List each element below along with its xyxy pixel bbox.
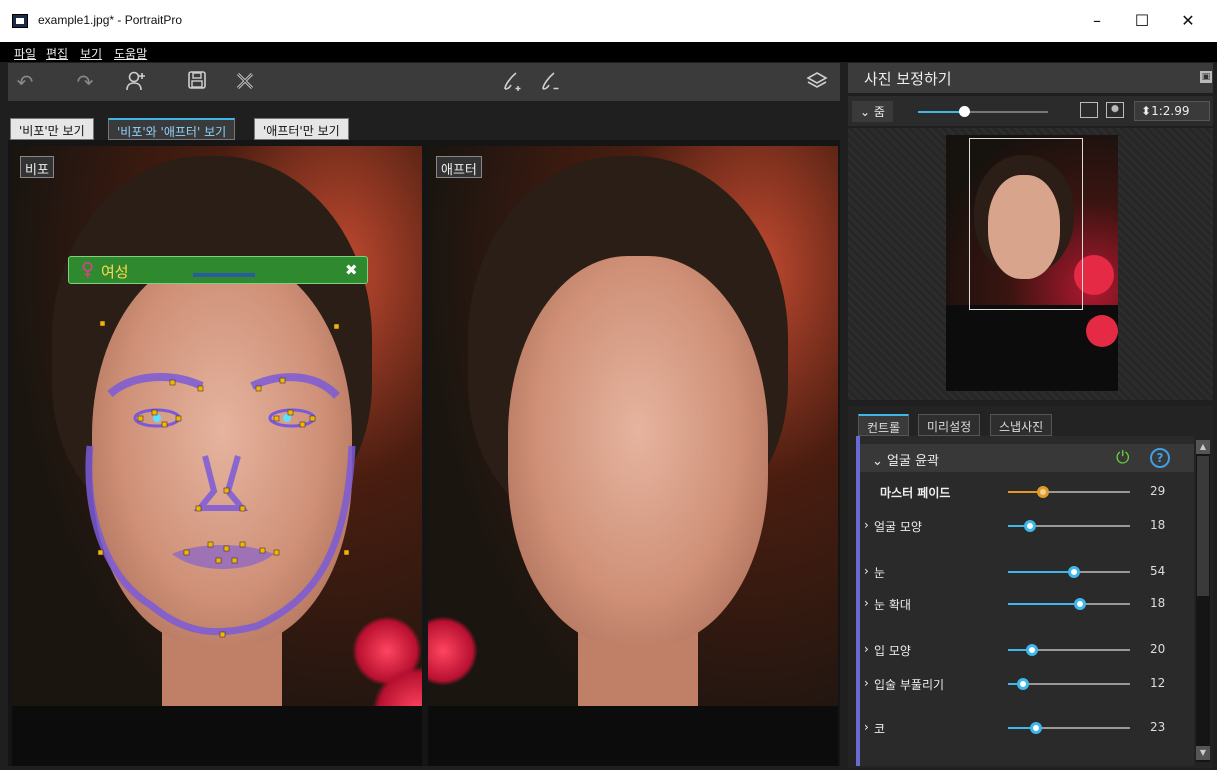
slider-label: 코	[874, 722, 886, 736]
slider-label: 입술 부풀리기	[874, 678, 945, 692]
navigator	[848, 128, 1213, 400]
close-button[interactable]: ✕	[1168, 6, 1208, 36]
section-title: ⌄ 얼굴 윤곽	[872, 450, 939, 469]
gender-slider[interactable]	[193, 273, 255, 277]
chevron-right-icon[interactable]: ›	[864, 518, 869, 532]
minimize-button[interactable]: –	[1077, 6, 1117, 36]
menu-file[interactable]: 파일	[14, 45, 36, 62]
float-panel-icon[interactable]: ▣	[1200, 71, 1212, 83]
feature-overlay[interactable]	[12, 146, 422, 766]
undo-icon[interactable]: ↶	[12, 70, 38, 94]
slider-fill	[1008, 571, 1074, 573]
navigator-thumbnail[interactable]	[946, 135, 1118, 391]
power-icon[interactable]: ⏻	[1116, 448, 1129, 468]
scrollbar[interactable]: ▲ ▼	[1196, 440, 1210, 762]
add-person-icon[interactable]	[124, 70, 150, 94]
slider-value: 20	[1150, 642, 1166, 656]
view-rectangle[interactable]	[969, 138, 1083, 310]
slider-row[interactable]: 입 모양 › 20	[864, 638, 1194, 662]
menu-bar: 파일 편집 보기 도움말	[0, 42, 1217, 62]
chevron-right-icon[interactable]: ›	[864, 596, 869, 610]
scroll-thumb[interactable]	[1197, 456, 1209, 596]
scroll-up-icon[interactable]: ▲	[1196, 440, 1210, 454]
tab-controls[interactable]: 컨트롤	[858, 414, 910, 436]
slider-label: 눈	[874, 566, 886, 580]
chevron-down-icon: ⌄	[860, 105, 874, 119]
section-title-text: 얼굴 윤곽	[887, 454, 940, 469]
female-icon: ♀	[81, 259, 95, 280]
slider-value: 54	[1150, 564, 1166, 578]
title-bar: example1.jpg* - PortraitPro – ☐ ✕	[0, 0, 1217, 42]
slider-row[interactable]: 눈 확대 › 18	[864, 592, 1194, 616]
tab-before-only[interactable]: '비포'만 보기	[10, 118, 94, 140]
slider-value: 29	[1150, 484, 1166, 498]
brush-remove-icon[interactable]	[538, 70, 564, 94]
maximize-button[interactable]: ☐	[1122, 6, 1162, 36]
zoom-bar: ⌄ 줌 ⬍1:2.99	[848, 96, 1213, 126]
window-title: example1.jpg* - PortraitPro	[38, 13, 183, 27]
zoom-label: 줌	[873, 105, 885, 119]
brush-add-icon[interactable]	[500, 70, 526, 94]
slider-handle[interactable]	[1017, 678, 1029, 690]
zoom-value-field[interactable]: ⬍1:2.99	[1134, 101, 1210, 121]
scroll-down-icon[interactable]: ▼	[1196, 746, 1210, 760]
chevron-right-icon[interactable]: ›	[864, 720, 869, 734]
close-image-icon[interactable]	[232, 70, 258, 94]
spin-icon: ⬍	[1141, 104, 1152, 118]
zoom-value: 1:2.99	[1151, 104, 1190, 118]
menu-view[interactable]: 보기	[80, 45, 102, 62]
gender-label: 여성	[101, 263, 129, 281]
zoom-fill	[918, 111, 964, 113]
after-label: 애프터	[436, 156, 482, 178]
slider-handle[interactable]	[1026, 644, 1038, 656]
zoom-toggle[interactable]: ⌄ 줌	[852, 101, 893, 122]
slider-value: 12	[1150, 676, 1166, 690]
tab-before-after[interactable]: '비포'와 '애프터' 보기	[108, 118, 236, 140]
slider-value: 23	[1150, 720, 1166, 734]
after-photo[interactable]	[428, 146, 838, 766]
before-label: 비포	[20, 156, 54, 178]
slider-label: 마스터 페이드	[880, 486, 951, 500]
zoom-handle[interactable]	[959, 106, 970, 117]
help-icon[interactable]: ?	[1150, 448, 1170, 468]
slider-handle[interactable]	[1068, 566, 1080, 578]
slider-row[interactable]: 눈 › 54	[864, 560, 1194, 584]
gender-selector[interactable]: ♀ 여성 ✖	[68, 256, 368, 284]
layers-icon[interactable]	[804, 70, 830, 94]
slider-row[interactable]: 얼굴 모양 › 18	[864, 514, 1194, 538]
fit-face-icon[interactable]	[1080, 102, 1098, 118]
chevron-right-icon[interactable]: ›	[864, 642, 869, 656]
slider-label: 입 모양	[874, 644, 911, 658]
menu-help[interactable]: 도움말	[114, 45, 147, 62]
master-fade-row[interactable]: 마스터 페이드 29	[864, 480, 1194, 504]
slider-handle[interactable]	[1074, 598, 1086, 610]
save-icon[interactable]	[184, 70, 210, 94]
slider-row[interactable]: 입술 부풀리기 › 12	[864, 672, 1194, 696]
panel-title: 사진 보정하기	[864, 70, 952, 88]
chevron-right-icon[interactable]: ›	[864, 564, 869, 578]
tab-snapshots[interactable]: 스냅사진	[990, 414, 1053, 436]
slider-fill	[1008, 603, 1080, 605]
tab-after-only[interactable]: '애프터'만 보기	[254, 118, 349, 140]
gender-close-icon[interactable]: ✖	[345, 261, 358, 279]
app-icon	[12, 14, 28, 28]
fit-person-icon[interactable]	[1106, 102, 1124, 118]
redo-icon[interactable]: ↷	[72, 70, 98, 94]
slider-label: 얼굴 모양	[874, 520, 922, 534]
panel-header: 사진 보정하기 ▣	[848, 63, 1213, 93]
slider-handle[interactable]	[1024, 520, 1036, 532]
slider-label: 눈 확대	[874, 598, 911, 612]
slider-row[interactable]: 코 › 23	[864, 716, 1194, 740]
section-face-contour[interactable]: ⌄ 얼굴 윤곽 ⏻ ?	[860, 444, 1194, 472]
tab-presets[interactable]: 미리설정	[918, 414, 981, 436]
chevron-right-icon[interactable]: ›	[864, 676, 869, 690]
toolbar: ↶ ↷	[8, 63, 840, 101]
chevron-down-icon: ⌄	[872, 454, 888, 469]
menu-edit[interactable]: 편집	[46, 45, 68, 62]
slider-handle[interactable]	[1030, 722, 1042, 734]
slider-value: 18	[1150, 596, 1166, 610]
slider-value: 18	[1150, 518, 1166, 532]
slider-handle[interactable]	[1037, 486, 1049, 498]
